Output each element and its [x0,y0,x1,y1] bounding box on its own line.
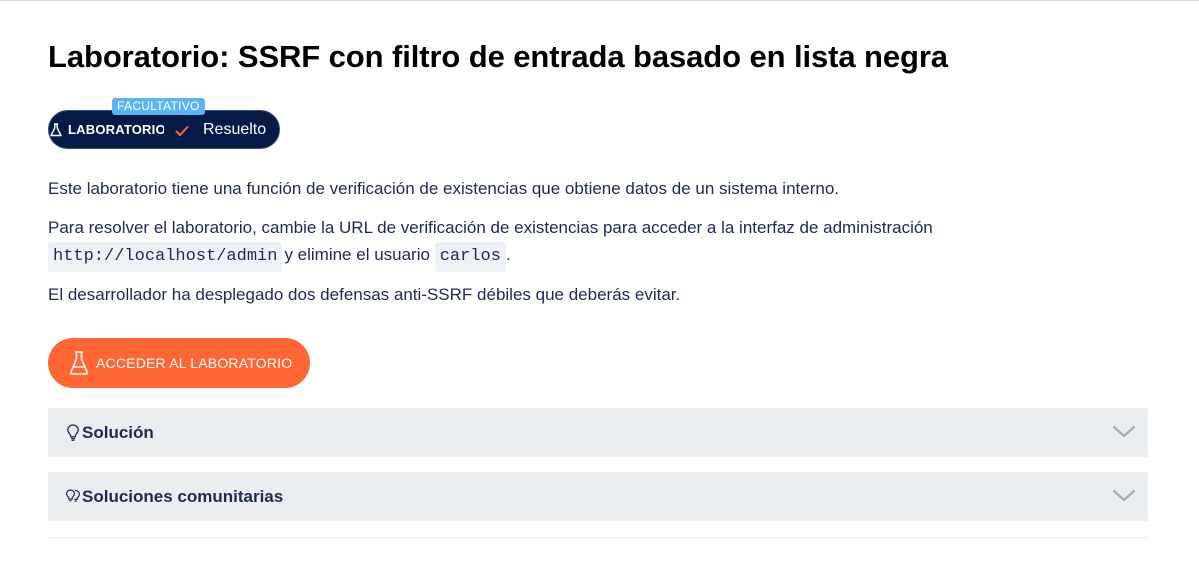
instruction-text: y elimine el usuario [284,245,430,264]
double-lightbulb-icon [65,488,81,502]
check-icon [175,124,189,136]
description-paragraph-3: El desarrollador ha desplegado dos defen… [48,285,681,304]
lab-status-badge: FACULTATIVO LABORATORIO Resuelto [48,98,280,151]
lab-label: LABORATORIO [68,122,164,137]
solved-status: Resuelto [203,120,267,138]
solution-label: Solución [82,422,154,442]
chevron-down-icon [1112,489,1136,502]
bottom-divider [48,537,1148,538]
solution-accordion[interactable]: Solución [48,408,1148,457]
community-solutions-label: Soluciones comunitarias [82,486,284,506]
chevron-down-icon [1112,425,1136,438]
community-solutions-accordion[interactable]: Soluciones comunitarias [48,472,1148,521]
description-paragraph-2-line-1: Para resolver el laboratorio, cambie la … [48,218,933,237]
top-divider [0,0,1199,1]
access-lab-label: ACCEDER AL LABORATORIO [96,355,293,371]
access-lab-button[interactable]: ACCEDER AL LABORATORIO [48,338,310,388]
username-code: carlos [434,242,506,272]
optional-badge: FACULTATIVO [112,98,205,115]
lab-badge-pill: LABORATORIO Resuelto [48,110,280,149]
period-text: . [505,245,511,264]
description-paragraph-1: Este laboratorio tiene una función de ve… [48,179,839,198]
flask-icon [50,122,62,137]
description-paragraph-2-line-2: http://localhost/admin y elimine el usuar… [48,242,511,272]
page-title: Laboratorio: SSRF con filtro de entrada … [48,39,948,74]
flask-icon [70,351,88,375]
lightbulb-icon [67,423,79,441]
admin-url-code: http://localhost/admin [48,242,283,272]
